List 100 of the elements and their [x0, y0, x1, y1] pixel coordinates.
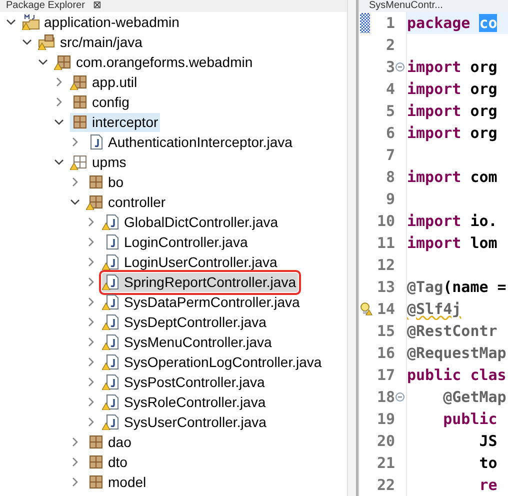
tree-item[interactable]: SysDataPermController.java [102, 292, 302, 312]
tree-item[interactable]: SysDeptController.java [102, 312, 268, 332]
close-icon[interactable]: ⊠ [92, 0, 101, 12]
code-line: import org [407, 124, 498, 142]
line-number: 9 [384, 190, 395, 208]
chevron-right-icon[interactable] [54, 77, 64, 87]
line-number: 14 [376, 300, 395, 318]
tree-item[interactable]: SysPostController.java [102, 372, 267, 392]
line-number: 2 [384, 36, 395, 54]
line-number: 17 [376, 366, 395, 384]
code-line: import lom [407, 234, 498, 252]
java-file-icon [102, 214, 120, 230]
chevron-right-icon[interactable] [86, 237, 96, 247]
lightbulb-warning-icon[interactable] [359, 302, 373, 316]
java-file-icon [102, 274, 120, 290]
chevron-right-icon[interactable] [70, 177, 80, 187]
tree-item[interactable]: dto [86, 452, 130, 472]
java-file-icon [102, 414, 120, 430]
chevron-right-icon[interactable] [86, 217, 96, 227]
code-line: public clas [407, 366, 506, 384]
code-line: import org [407, 58, 498, 76]
empty-package-icon [70, 154, 88, 170]
tree-item[interactable]: upms [70, 152, 128, 172]
tree-item[interactable]: LoginUserController.java [102, 252, 280, 272]
code-line: import org [407, 80, 498, 98]
code-line: @Slf4j [407, 300, 462, 318]
package-icon [70, 74, 88, 90]
package-icon [86, 194, 104, 210]
chevron-right-icon[interactable] [54, 97, 64, 107]
chevron-down-icon[interactable] [38, 57, 48, 67]
code-line: import io. [407, 212, 498, 230]
collapse-icon[interactable] [395, 392, 405, 402]
tree-item[interactable]: AuthenticationInterceptor.java [86, 132, 294, 152]
chevron-right-icon[interactable] [70, 437, 80, 447]
project-folder-icon [22, 14, 40, 30]
package-icon [54, 54, 72, 70]
code-line: JS [478, 432, 498, 450]
java-file-icon [102, 254, 120, 270]
chevron-down-icon[interactable] [6, 17, 16, 27]
code-line: @GetMap [442, 388, 506, 406]
code-line: @RequestMap [407, 344, 506, 362]
chevron-down-icon[interactable] [22, 37, 32, 47]
tree-item[interactable]: dao [86, 432, 134, 452]
line-number: 7 [384, 146, 395, 164]
tree-item[interactable]: LoginController.java [102, 232, 250, 252]
chevron-right-icon[interactable] [86, 277, 96, 287]
code-line: to [478, 454, 498, 472]
tree-item[interactable]: controller [86, 192, 168, 212]
collapse-icon[interactable] [395, 62, 405, 72]
code-line: package co [407, 14, 498, 32]
java-file-icon [102, 374, 120, 390]
chevron-right-icon[interactable] [86, 257, 96, 267]
line-number: 11 [376, 234, 395, 252]
line-number: 20 [376, 432, 395, 450]
line-number: 15 [376, 322, 395, 340]
tree-item[interactable]: config [70, 92, 132, 112]
chevron-down-icon[interactable] [70, 197, 80, 207]
chevron-right-icon[interactable] [86, 357, 96, 367]
chevron-right-icon[interactable] [86, 417, 96, 427]
line-number: 6 [384, 124, 395, 142]
java-file-icon [102, 354, 120, 370]
code-line: @RestContr [407, 322, 498, 340]
tree-item[interactable]: app.util [70, 72, 140, 92]
chevron-right-icon[interactable] [86, 377, 96, 387]
tree-item[interactable]: application-webadmin [22, 12, 182, 32]
code-line: re [478, 476, 498, 494]
java-file-icon [102, 394, 120, 410]
source-folder-icon [38, 34, 56, 50]
chevron-down-icon[interactable] [54, 117, 64, 127]
view-title[interactable]: Package Explorer [6, 0, 85, 12]
tree-item[interactable]: bo [86, 172, 126, 192]
tree-item[interactable]: SpringReportController.java [102, 272, 298, 292]
chevron-right-icon[interactable] [86, 297, 96, 307]
line-number: 22 [376, 476, 395, 494]
tree-item[interactable]: SysUserController.java [102, 412, 268, 432]
chevron-right-icon[interactable] [86, 397, 96, 407]
line-number: 4 [384, 80, 395, 98]
line-number: 8 [384, 168, 395, 186]
tree-item[interactable]: model [86, 472, 148, 492]
line-number: 12 [376, 256, 395, 274]
java-file-icon [102, 294, 120, 310]
chevron-right-icon[interactable] [70, 457, 80, 467]
tree-item[interactable]: SysOperationLogController.java [102, 352, 324, 372]
tree-item[interactable]: GlobalDictController.java [102, 212, 280, 232]
java-file-icon [102, 314, 120, 330]
chevron-right-icon[interactable] [70, 137, 80, 147]
chevron-down-icon[interactable] [54, 157, 64, 167]
tree-item[interactable]: src/main/java [38, 32, 144, 52]
chevron-right-icon[interactable] [86, 317, 96, 327]
tree-item[interactable]: com.orangeforms.webadmin [54, 52, 255, 72]
line-number: 18 [376, 388, 395, 406]
chevron-right-icon[interactable] [70, 477, 80, 487]
tree-item[interactable]: SysMenuController.java [102, 332, 274, 352]
tree-item[interactable]: SysRoleController.java [102, 392, 268, 412]
line-number: 1 [384, 14, 395, 32]
line-number: 3 [384, 58, 395, 76]
java-file-icon [102, 334, 120, 350]
code-line: import com [407, 168, 498, 186]
tree-item[interactable]: interceptor [70, 112, 160, 132]
chevron-right-icon[interactable] [86, 337, 96, 347]
